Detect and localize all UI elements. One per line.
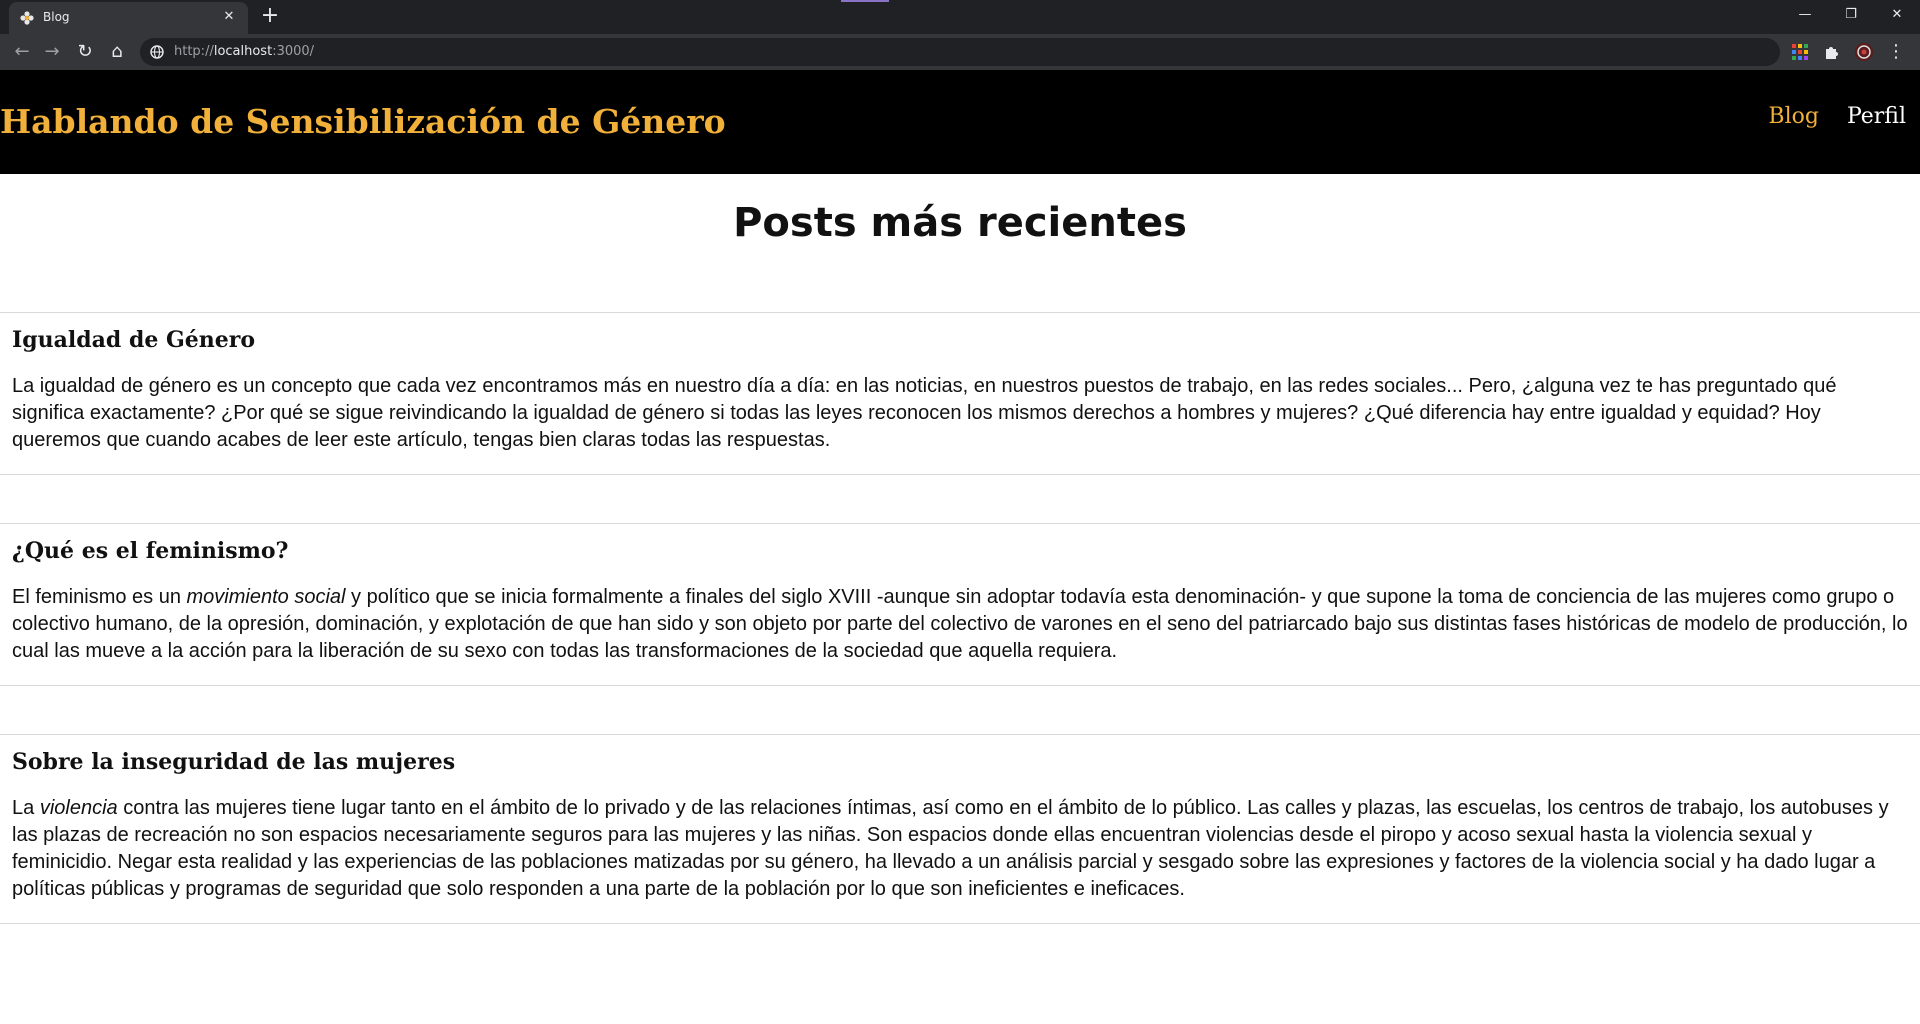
post-title[interactable]: ¿Qué es el feminismo?: [12, 538, 1908, 564]
post-title[interactable]: Sobre la inseguridad de las mujeres: [12, 749, 1908, 775]
url-host: localhost: [213, 44, 273, 59]
nav-link-perfil[interactable]: Perfil: [1847, 104, 1906, 129]
posts-list: Igualdad de Género La igualdad de género…: [0, 312, 1920, 972]
post-body-emphasis: movimiento social: [186, 586, 346, 608]
home-icon[interactable]: ⌂: [103, 38, 131, 66]
post-card: Igualdad de Género La igualdad de género…: [0, 312, 1920, 475]
back-arrow-icon[interactable]: ←: [8, 38, 36, 66]
post-body-emphasis: violencia: [39, 797, 118, 819]
post-body: El feminismo es un movimiento social y p…: [12, 584, 1908, 665]
apps-grid-icon[interactable]: [1790, 42, 1810, 62]
flower-favicon-icon: [20, 11, 34, 25]
post-body-text: La: [12, 797, 40, 819]
post-body-text: El feminismo es un: [12, 586, 187, 608]
site-nav: Blog Perfil: [1768, 104, 1906, 129]
url-path: :3000/: [272, 44, 315, 59]
browser-tab-blog[interactable]: Blog ✕: [9, 2, 248, 34]
reload-icon[interactable]: ↻: [71, 38, 99, 66]
profile-avatar-icon[interactable]: [1854, 42, 1874, 62]
post-card: Sobre la inseguridad de las mujeres La v…: [0, 734, 1920, 924]
post-body: La violencia contra las mujeres tiene lu…: [12, 795, 1908, 903]
window-close-button[interactable]: ✕: [1874, 0, 1920, 30]
url-scheme: http://: [174, 44, 214, 59]
site-title[interactable]: Hablando de Sensibilización de Género: [0, 102, 726, 141]
new-tab-button[interactable]: +: [258, 3, 282, 29]
browser-menu-icon[interactable]: ⋮: [1886, 42, 1906, 62]
info-globe-icon[interactable]: [150, 45, 164, 59]
post-body-text: contra las mujeres tiene lugar tanto en …: [12, 797, 1889, 900]
forward-arrow-icon[interactable]: →: [38, 38, 66, 66]
post-title[interactable]: Igualdad de Género: [12, 327, 1908, 353]
page-heading: Posts más recientes: [733, 200, 1187, 246]
address-bar[interactable]: http://localhost:3000/: [140, 38, 1780, 66]
window-minimize-button[interactable]: —: [1782, 0, 1828, 30]
address-url: http://localhost:3000/: [174, 44, 314, 59]
browser-toolbar: ← → ↻ ⌂ http://localhost:3000/ ⋮: [0, 34, 1920, 70]
tabstrip-accent: [841, 0, 889, 2]
tab-close-icon[interactable]: ✕: [220, 8, 238, 26]
post-card: ¿Qué es el feminismo? El feminismo es un…: [0, 523, 1920, 686]
tab-title: Blog: [43, 10, 70, 24]
post-body-text: La igualdad de género es un concepto que…: [12, 375, 1837, 451]
extensions-puzzle-icon[interactable]: [1822, 42, 1842, 62]
browser-tabstrip: Blog ✕ + — ❐ ✕: [0, 0, 1920, 34]
window-restore-button[interactable]: ❐: [1828, 0, 1874, 30]
nav-link-blog[interactable]: Blog: [1768, 104, 1819, 129]
post-body: La igualdad de género es un concepto que…: [12, 373, 1908, 454]
site-header: Hablando de Sensibilización de Género Bl…: [0, 70, 1920, 174]
